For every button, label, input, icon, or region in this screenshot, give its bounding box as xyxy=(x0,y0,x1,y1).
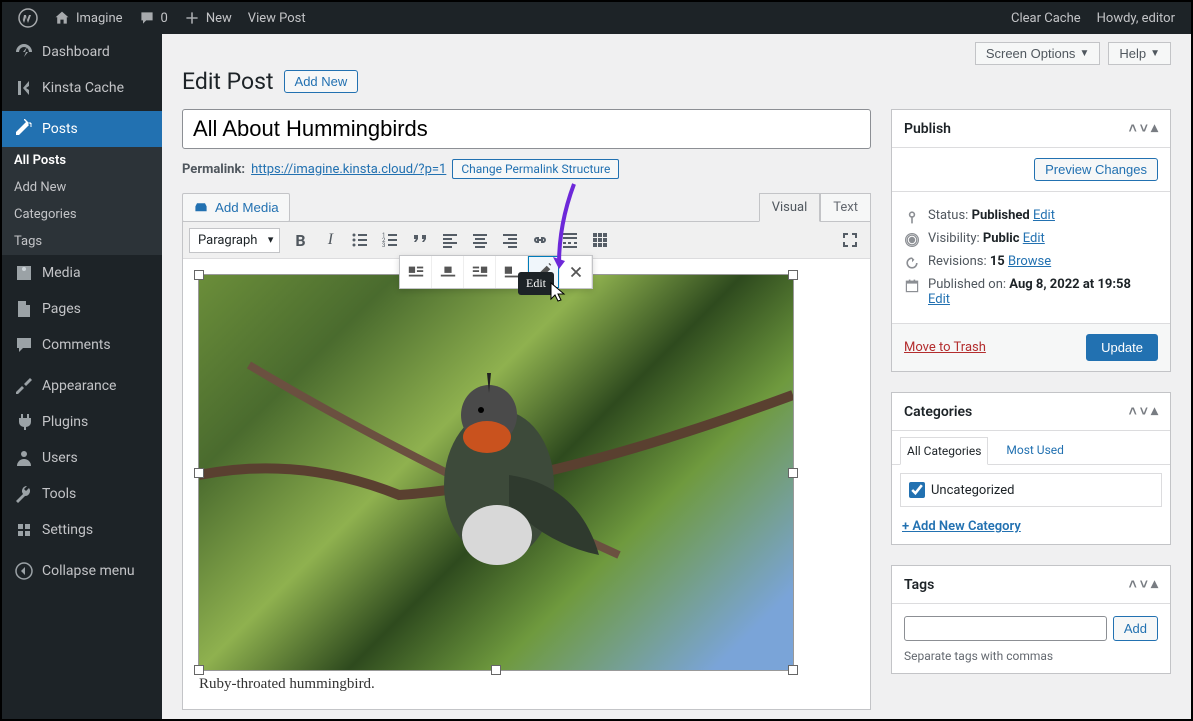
italic-button[interactable]: I xyxy=(316,226,344,254)
permalink-url[interactable]: https://imagine.kinsta.cloud/?p=1 xyxy=(251,162,446,177)
wordpress-logo[interactable] xyxy=(10,2,46,34)
edit-status-link[interactable]: Edit xyxy=(1033,208,1055,223)
clear-cache-link[interactable]: Clear Cache xyxy=(1003,2,1089,34)
fullscreen-button[interactable] xyxy=(836,226,864,254)
browse-revisions-link[interactable]: Browse xyxy=(1008,254,1051,269)
align-right-button[interactable] xyxy=(496,226,524,254)
readmore-button[interactable] xyxy=(556,226,584,254)
tags-input[interactable] xyxy=(904,616,1107,641)
submenu-categories[interactable]: Categories xyxy=(2,201,162,228)
blockquote-button[interactable] xyxy=(406,226,434,254)
editor-toolbar: Paragraph B I 123 xyxy=(183,222,870,259)
publish-panel: Publish˄˅▴ Preview Changes Status: Publi… xyxy=(891,109,1171,372)
panel-down-icon[interactable]: ˅ xyxy=(1140,120,1148,137)
update-button[interactable]: Update xyxy=(1086,334,1158,361)
resize-handle[interactable] xyxy=(491,665,501,675)
sidebar-item-appearance[interactable]: Appearance xyxy=(2,368,162,404)
editor-body[interactable]: Edit xyxy=(183,259,870,709)
img-align-left-button[interactable] xyxy=(400,256,432,288)
resize-handle[interactable] xyxy=(788,665,798,675)
post-image[interactable] xyxy=(199,275,793,670)
bold-button[interactable]: B xyxy=(286,226,314,254)
submenu-add-new[interactable]: Add New xyxy=(2,174,162,201)
sidebar-item-users[interactable]: Users xyxy=(2,440,162,476)
category-checkbox-uncategorized[interactable]: Uncategorized xyxy=(909,482,1153,498)
view-post-link[interactable]: View Post xyxy=(240,2,314,34)
sidebar-item-media[interactable]: Media xyxy=(2,255,162,291)
toolbar-toggle-button[interactable] xyxy=(586,226,614,254)
tab-all-categories[interactable]: All Categories xyxy=(900,437,988,465)
sidebar-item-tools[interactable]: Tools xyxy=(2,476,162,512)
sidebar-item-plugins[interactable]: Plugins xyxy=(2,404,162,440)
sidebar-item-kinsta[interactable]: Kinsta Cache xyxy=(2,70,162,106)
edit-tooltip: Edit xyxy=(518,272,554,295)
img-align-right-button[interactable] xyxy=(464,256,496,288)
howdy-user[interactable]: Howdy, editor xyxy=(1089,2,1183,34)
image-caption[interactable]: Ruby-throated hummingbird. xyxy=(199,676,854,693)
comments-link[interactable]: 0 xyxy=(131,2,176,34)
sidebar-item-pages[interactable]: Pages xyxy=(2,291,162,327)
panel-toggle-icon[interactable]: ▴ xyxy=(1151,120,1158,137)
numbered-list-button[interactable]: 123 xyxy=(376,226,404,254)
panel-toggle-icon[interactable]: ▴ xyxy=(1151,576,1158,593)
site-home-link[interactable]: Imagine xyxy=(46,2,131,34)
link-button[interactable] xyxy=(526,226,554,254)
posts-submenu: All Posts Add New Categories Tags xyxy=(2,147,162,255)
tab-visual[interactable]: Visual xyxy=(759,193,821,222)
tags-help-text: Separate tags with commas xyxy=(904,649,1158,663)
move-to-trash-link[interactable]: Move to Trash xyxy=(904,340,986,355)
resize-handle[interactable] xyxy=(194,468,204,478)
collapse-menu[interactable]: Collapse menu xyxy=(2,553,162,589)
sidebar-item-comments[interactable]: Comments xyxy=(2,327,162,363)
resize-handle[interactable] xyxy=(788,468,798,478)
add-new-button[interactable]: Add New xyxy=(284,70,359,93)
help-button[interactable]: Help ▼ xyxy=(1108,42,1171,65)
add-tag-button[interactable]: Add xyxy=(1113,616,1158,641)
img-remove-button[interactable] xyxy=(560,256,592,288)
add-media-button[interactable]: Add Media xyxy=(182,193,290,222)
categories-panel: Categories˄˅▴ All Categories Most Used U… xyxy=(891,392,1171,545)
change-permalink-button[interactable]: Change Permalink Structure xyxy=(452,159,619,179)
panel-down-icon[interactable]: ˅ xyxy=(1140,576,1148,593)
sidebar-item-dashboard[interactable]: Dashboard xyxy=(2,34,162,70)
screen-options-button[interactable]: Screen Options ▼ xyxy=(975,42,1101,65)
align-left-button[interactable] xyxy=(436,226,464,254)
preview-changes-button[interactable]: Preview Changes xyxy=(1034,158,1158,181)
resize-handle[interactable] xyxy=(788,270,798,280)
resize-handle[interactable] xyxy=(194,665,204,675)
img-align-center-button[interactable] xyxy=(432,256,464,288)
panel-up-icon[interactable]: ˄ xyxy=(1129,120,1137,137)
tab-text[interactable]: Text xyxy=(820,193,871,222)
panel-down-icon[interactable]: ˅ xyxy=(1140,403,1148,420)
resize-handle[interactable] xyxy=(194,270,204,280)
panel-toggle-icon[interactable]: ▴ xyxy=(1151,403,1158,420)
admin-sidebar: Dashboard Kinsta Cache Posts All Posts A… xyxy=(2,34,162,719)
edit-visibility-link[interactable]: Edit xyxy=(1023,231,1045,246)
permalink-row: Permalink: https://imagine.kinsta.cloud/… xyxy=(182,159,871,179)
format-select[interactable]: Paragraph xyxy=(189,228,280,253)
post-title-input[interactable] xyxy=(182,109,871,149)
bullet-list-button[interactable] xyxy=(346,226,374,254)
panel-up-icon[interactable]: ˄ xyxy=(1129,403,1137,420)
image-toolbar: Edit xyxy=(399,255,593,289)
add-new-category-link[interactable]: + Add New Category xyxy=(892,515,1170,544)
editor-box: Paragraph B I 123 xyxy=(182,221,871,710)
sidebar-item-posts[interactable]: Posts xyxy=(2,111,162,147)
tags-panel: Tags˄˅▴ Add Separate tags with commas xyxy=(891,565,1171,674)
admin-toolbar: Imagine 0 New View Post Clear Cache Howd… xyxy=(2,2,1191,34)
new-content-link[interactable]: New xyxy=(176,2,240,34)
svg-text:3: 3 xyxy=(382,242,385,249)
tab-most-used[interactable]: Most Used xyxy=(1000,437,1070,464)
sidebar-item-settings[interactable]: Settings xyxy=(2,512,162,548)
submenu-tags[interactable]: Tags xyxy=(2,228,162,255)
edit-date-link[interactable]: Edit xyxy=(928,292,950,307)
page-title: Edit Post xyxy=(182,68,274,95)
main-content: Screen Options ▼ Help ▼ Edit Post Add Ne… xyxy=(162,34,1191,719)
submenu-all-posts[interactable]: All Posts xyxy=(2,147,162,174)
panel-up-icon[interactable]: ˄ xyxy=(1129,576,1137,593)
align-center-button[interactable] xyxy=(466,226,494,254)
